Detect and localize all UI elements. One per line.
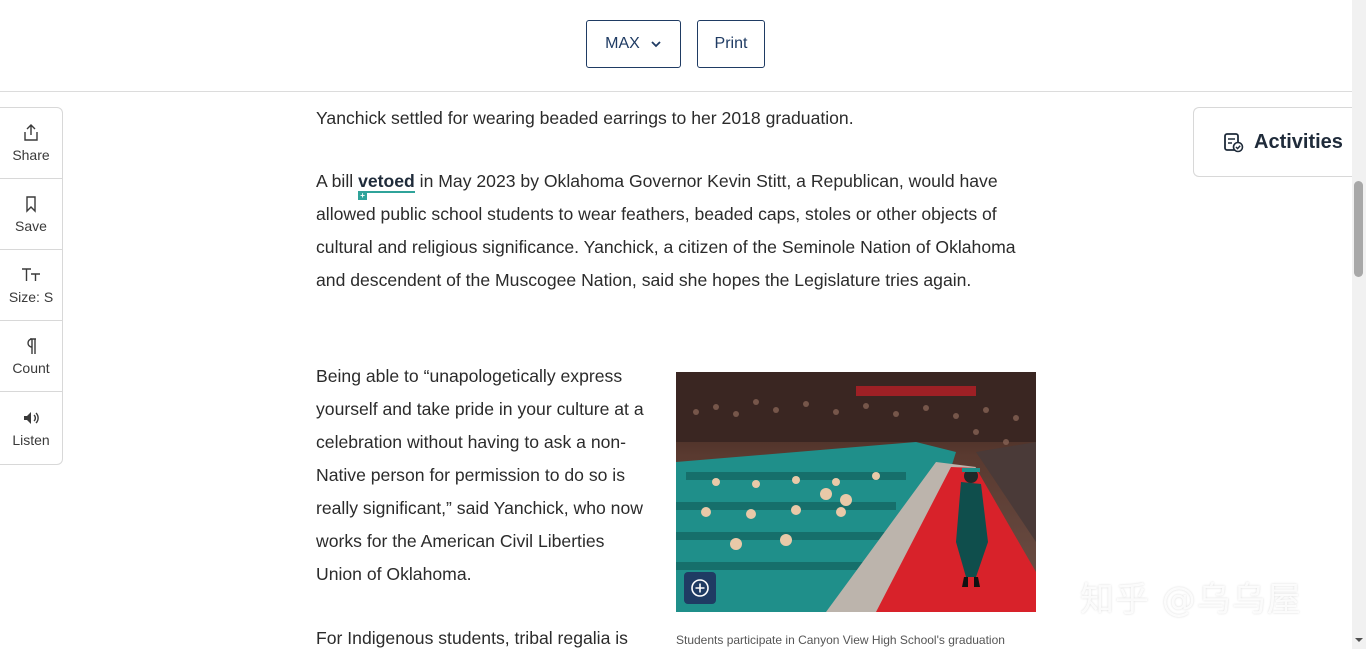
scrollbar-track[interactable] xyxy=(1352,0,1366,649)
activities-button[interactable]: Activities xyxy=(1193,107,1353,177)
top-bar: MAX Print xyxy=(0,0,1352,92)
text-size-label: Size: S xyxy=(8,289,54,305)
reading-level-label: MAX xyxy=(605,35,640,52)
vocabulary-word-text: vetoed xyxy=(358,171,415,191)
listen-label: Listen xyxy=(12,431,50,448)
print-label: Print xyxy=(714,35,748,52)
word-count-label: Count xyxy=(12,360,50,376)
scroll-down-arrow-icon[interactable] xyxy=(1355,636,1363,644)
plus-icon: + xyxy=(358,191,368,200)
paragraph-text: A bill xyxy=(316,171,359,191)
speaker-icon xyxy=(24,411,39,424)
word-count-button[interactable]: Count xyxy=(0,321,62,392)
scrollbar-thumb[interactable] xyxy=(1354,181,1363,277)
save-label: Save xyxy=(15,218,47,234)
text-size-icon xyxy=(22,268,40,281)
paragraph-text: in May 2023 by Oklahoma Governor Kevin S… xyxy=(316,171,1016,290)
share-icon xyxy=(24,124,38,141)
bookmark-icon xyxy=(26,196,36,213)
paragraph-icon xyxy=(27,338,36,354)
paragraph: Being able to “unapologetically express … xyxy=(316,366,644,584)
image-caption: Students participate in Canyon View High… xyxy=(676,633,1005,647)
graduation-photo xyxy=(676,372,1036,612)
print-button[interactable]: Print xyxy=(697,20,765,68)
paragraph: A bill vetoed + in May 2023 by Oklahoma G… xyxy=(316,165,1036,297)
paragraph: Yanchick settled for wearing beaded earr… xyxy=(316,108,854,128)
share-button[interactable]: Share xyxy=(0,108,62,179)
article-photo[interactable] xyxy=(676,372,1036,612)
activities-label: Activities xyxy=(1254,130,1343,153)
watermark: 知乎 @乌乌屋 xyxy=(1080,580,1302,620)
save-button[interactable]: Save xyxy=(0,179,62,250)
plus-circle-icon xyxy=(691,579,709,597)
reading-level-dropdown[interactable]: MAX xyxy=(586,20,681,68)
paragraph: For Indigenous students, tribal regalia … xyxy=(316,628,628,648)
listen-button[interactable]: Listen xyxy=(0,392,62,463)
text-size-button[interactable]: Size: S xyxy=(0,250,62,321)
article-toolbar: Share Save Size: S Count Listen xyxy=(0,107,63,465)
vocabulary-word[interactable]: vetoed + xyxy=(358,171,415,200)
enlarge-image-button[interactable] xyxy=(684,572,716,604)
clipboard-check-icon xyxy=(1224,133,1244,153)
share-label: Share xyxy=(12,147,50,163)
chevron-down-icon xyxy=(651,41,661,48)
